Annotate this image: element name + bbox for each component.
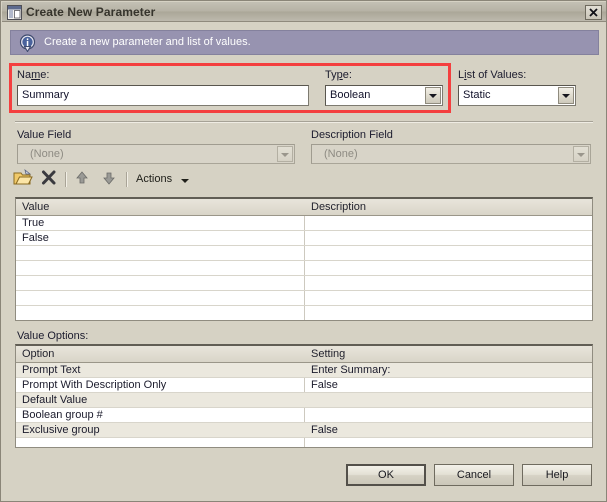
cell-value: True — [22, 217, 297, 229]
chevron-down-icon[interactable] — [558, 87, 574, 104]
toolbar-separator-2 — [126, 172, 128, 187]
table-row[interactable]: False — [16, 231, 592, 246]
cell-setting: False — [311, 424, 581, 436]
name-input[interactable]: Summary — [17, 85, 309, 106]
table-row[interactable]: Prompt Text Enter Summary: — [16, 363, 592, 378]
value-field-label: Value Field — [17, 129, 71, 141]
column-header-setting: Setting — [311, 348, 345, 360]
type-combobox-value: Boolean — [330, 89, 370, 101]
help-button[interactable]: Help — [522, 464, 592, 486]
values-grid[interactable]: Value Description True False — [15, 197, 593, 321]
values-toolbar: Actions — [13, 169, 213, 193]
parameter-window-icon — [7, 5, 22, 20]
cell-setting: Enter Summary: — [311, 364, 581, 376]
column-header-value: Value — [22, 201, 49, 213]
chevron-down-icon[interactable] — [277, 146, 293, 162]
table-row[interactable] — [16, 291, 592, 306]
description-field-combobox-value: (None) — [324, 148, 358, 160]
column-header-description: Description — [311, 201, 366, 213]
type-combobox[interactable]: Boolean — [325, 85, 443, 106]
actions-menu-label[interactable]: Actions — [136, 173, 172, 185]
open-folder-icon[interactable] — [13, 169, 35, 191]
info-banner-text: Create a new parameter and list of value… — [44, 36, 251, 48]
values-grid-header: Value Description — [16, 199, 592, 216]
table-row[interactable] — [16, 246, 592, 261]
move-up-icon[interactable] — [74, 169, 92, 191]
name-label: Name: — [17, 69, 49, 81]
value-options-grid-header: Option Setting — [16, 346, 592, 363]
cell-option: Default Value — [22, 394, 297, 406]
chevron-down-icon[interactable] — [425, 87, 441, 104]
section-separator — [15, 121, 593, 123]
value-field-combobox[interactable]: (None) — [17, 144, 295, 164]
move-down-icon[interactable] — [101, 169, 119, 191]
info-icon — [19, 34, 36, 52]
title-bar: Create New Parameter — [2, 2, 607, 22]
info-banner: Create a new parameter and list of value… — [10, 30, 599, 55]
cell-option: Exclusive group — [22, 424, 297, 436]
table-row[interactable]: Exclusive group False — [16, 423, 592, 438]
chevron-down-icon[interactable] — [573, 146, 589, 162]
type-label: Type: — [325, 69, 352, 81]
list-of-values-label: List of Values: — [458, 69, 526, 81]
cell-option: Prompt Text — [22, 364, 297, 376]
create-new-parameter-dialog: Create New Parameter Create a new parame… — [0, 0, 607, 502]
description-field-label: Description Field — [311, 129, 393, 141]
table-row[interactable]: True — [16, 216, 592, 231]
table-row[interactable]: Default Value — [16, 393, 592, 408]
close-button[interactable] — [585, 5, 602, 20]
table-row[interactable] — [16, 306, 592, 321]
table-row[interactable] — [16, 261, 592, 276]
toolbar-separator-1 — [65, 172, 67, 187]
column-header-option: Option — [22, 348, 54, 360]
table-row[interactable] — [16, 438, 592, 448]
chevron-down-icon[interactable] — [181, 179, 189, 183]
description-field-combobox[interactable]: (None) — [311, 144, 591, 164]
cell-setting: False — [311, 379, 581, 391]
cancel-button[interactable]: Cancel — [434, 464, 514, 486]
cell-option: Prompt With Description Only — [22, 379, 297, 391]
table-row[interactable] — [16, 276, 592, 291]
table-row[interactable]: Prompt With Description Only False — [16, 378, 592, 393]
value-options-grid[interactable]: Option Setting Prompt Text Enter Summary… — [15, 344, 593, 448]
list-of-values-combobox[interactable]: Static — [458, 85, 576, 106]
cell-value: False — [22, 232, 297, 244]
window-title: Create New Parameter — [26, 5, 155, 19]
cell-option: Boolean group # — [22, 409, 297, 421]
table-row[interactable]: Boolean group # — [16, 408, 592, 423]
list-of-values-combobox-value: Static — [463, 89, 491, 101]
ok-button[interactable]: OK — [346, 464, 426, 486]
delete-x-icon[interactable] — [40, 169, 60, 191]
value-field-combobox-value: (None) — [30, 148, 64, 160]
value-options-label: Value Options: — [17, 330, 88, 342]
